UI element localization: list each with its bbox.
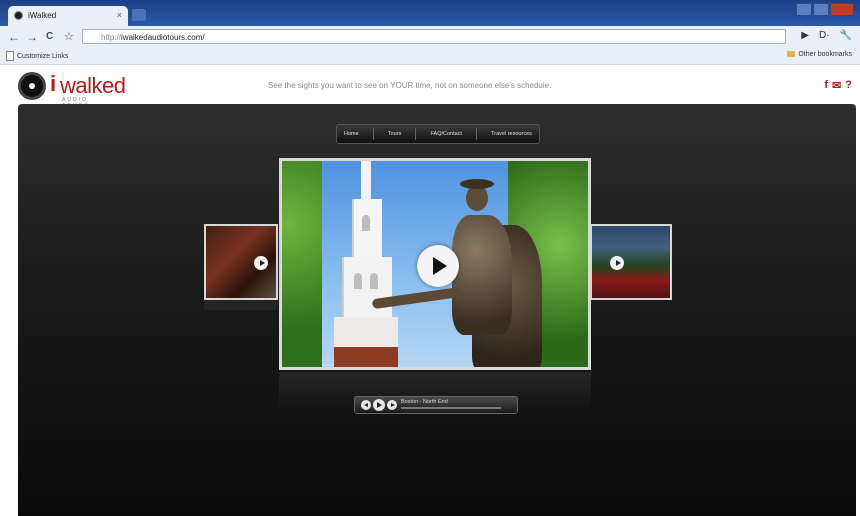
other-bookmarks-label: Other bookmarks: [798, 51, 852, 58]
menu-item-tours[interactable]: Tours: [388, 131, 401, 137]
tour-progress-track[interactable]: [401, 407, 501, 409]
browser-navbar: ← → C ☆ http://iwalkedaudiotours.com/ ▶ …: [0, 26, 860, 49]
tour-player-controls: Boston - North End: [354, 396, 518, 414]
next-icon[interactable]: [387, 400, 397, 410]
minimize-button[interactable]: [796, 3, 812, 16]
site-tagline: See the sights you want to see on YOUR t…: [268, 81, 552, 90]
play-video-icon[interactable]: [417, 245, 459, 287]
carousel-prev-card[interactable]: [204, 224, 278, 300]
steeple-tower-lower: [342, 257, 392, 317]
headphones-logo-icon: [18, 72, 46, 100]
main-menu: Home Tours FAQ/Contact Travel resources: [336, 124, 540, 144]
previous-icon[interactable]: [361, 400, 371, 410]
page-button-icon[interactable]: D·: [819, 30, 830, 41]
current-tour-title: Boston - North End: [401, 399, 448, 405]
forward-button[interactable]: →: [26, 30, 38, 44]
window-controls: [796, 3, 854, 16]
carousel-next-card[interactable]: [590, 224, 672, 300]
folder-icon: [787, 51, 796, 58]
statue-hat: [460, 179, 494, 189]
menu-item-home[interactable]: Home: [344, 131, 359, 137]
carousel-main-card[interactable]: [279, 158, 591, 370]
play-icon[interactable]: [254, 256, 268, 270]
maximize-button[interactable]: [813, 3, 829, 16]
steeple-base: [334, 317, 398, 347]
menu-item-faq-contact[interactable]: FAQ/Contact: [430, 131, 462, 137]
email-icon[interactable]: ✉: [832, 79, 841, 92]
bookmark-customize-links[interactable]: Customize Links: [6, 51, 68, 61]
logo-word: walked: [60, 73, 126, 98]
address-bar[interactable]: http://iwalkedaudiotours.com/: [82, 29, 786, 44]
new-tab-button[interactable]: [132, 9, 146, 21]
logo-i: i: [50, 71, 57, 96]
statue-rider: [452, 215, 512, 335]
facebook-icon[interactable]: f: [824, 79, 828, 92]
favicon-icon: [14, 11, 23, 20]
browser-right-icons: ▶ D· 🔧: [801, 30, 852, 41]
help-icon[interactable]: ?: [845, 79, 852, 92]
back-button[interactable]: ←: [8, 30, 20, 44]
menu-divider: [372, 128, 374, 140]
social-links: f ✉ ?: [824, 79, 852, 92]
menu-item-travel-resources[interactable]: Travel resources: [491, 131, 532, 137]
url-host: iwalkedaudiotours.com/: [121, 33, 205, 42]
menu-divider: [415, 128, 417, 140]
bookmark-star-icon[interactable]: ☆: [64, 30, 74, 44]
url-scheme: http://: [101, 33, 122, 42]
steeple-window: [354, 273, 362, 289]
wrench-icon[interactable]: 🔧: [840, 30, 852, 41]
browser-tab[interactable]: iWalked ×: [8, 6, 128, 26]
menu-divider: [476, 128, 478, 140]
tab-title: iWalked: [28, 11, 57, 20]
photo-church-steeple: [334, 161, 398, 367]
browser-titlebar: iWalked ×: [0, 0, 860, 26]
reload-button[interactable]: C: [46, 30, 53, 44]
bookmark-label: Customize Links: [17, 52, 69, 60]
other-bookmarks[interactable]: Other bookmarks: [787, 51, 852, 58]
bookmarks-bar: Customize Links Other bookmarks: [0, 48, 860, 65]
play-icon[interactable]: [373, 399, 385, 411]
church-brick: [334, 347, 398, 367]
page-menu-icon[interactable]: ▶: [801, 30, 809, 41]
steeple-window: [370, 273, 378, 289]
photo-tree-left: [282, 161, 322, 367]
steeple-window: [362, 215, 370, 231]
steeple-spire: [361, 161, 371, 201]
close-tab-icon[interactable]: ×: [117, 10, 122, 20]
card-reflection: [204, 300, 278, 310]
site-header: i walked AUDIO TOURS See the sights you …: [0, 65, 860, 109]
page-icon: [6, 51, 14, 61]
play-icon[interactable]: [610, 256, 624, 270]
close-window-button[interactable]: [830, 3, 854, 16]
